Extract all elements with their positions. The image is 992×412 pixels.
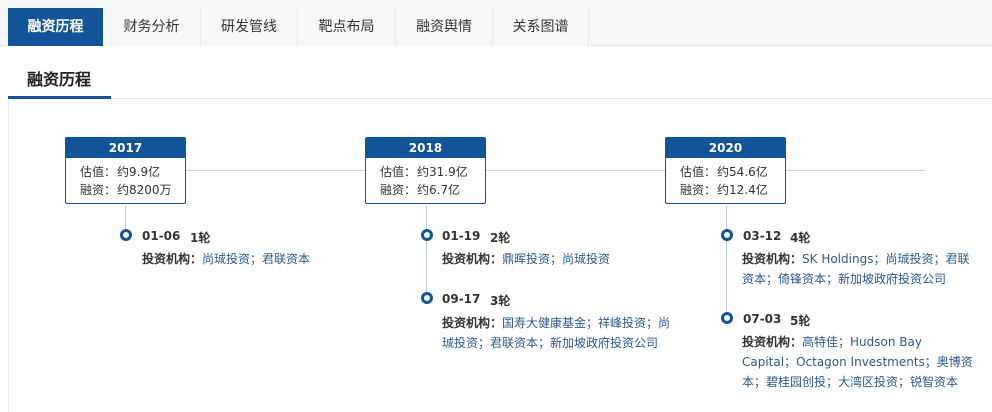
- investors-label: 投资机构：: [742, 335, 803, 349]
- tab-financing-history[interactable]: 融资历程: [8, 8, 103, 46]
- tab-financing-news[interactable]: 融资舆情: [396, 8, 493, 46]
- valuation-value: 约31.9亿: [417, 165, 468, 179]
- event-round: 5轮: [790, 314, 811, 328]
- timeline-dot-icon: [721, 312, 733, 324]
- investors-list[interactable]: 鼎晖投资；尚珹投资: [502, 252, 610, 266]
- investors-list-line2[interactable]: 珹投资；君联资本；新加坡政府投资公司: [442, 333, 682, 353]
- investors-list-line2[interactable]: 资本；倚锋资本；新加坡政府投资公司: [742, 269, 982, 289]
- investors-label: 投资机构：: [142, 252, 203, 266]
- event-date: 09-17: [442, 292, 481, 306]
- timeline-vertical-line-2018: [426, 206, 427, 298]
- event-date: 01-06: [142, 229, 181, 243]
- year-label: 2018: [366, 138, 485, 158]
- valuation-label: 估值：: [379, 165, 416, 179]
- investors-list-line1[interactable]: 高特佳；Hudson Bay: [802, 335, 922, 349]
- valuation-value: 约9.9亿: [117, 165, 161, 179]
- investors-label: 投资机构：: [442, 252, 503, 266]
- investors-list-line1[interactable]: SK Holdings；尚珹投资；君联: [802, 252, 969, 266]
- timeline-dot-icon: [421, 229, 433, 241]
- investors-list-line2[interactable]: Capital；Octagon Investments；奥博资: [742, 352, 982, 372]
- financing-value: 约8200万: [117, 183, 172, 197]
- tab-bar: 融资历程 财务分析 研发管线 靶点布局 融资舆情 关系图谱: [0, 0, 992, 46]
- event-date: 03-12: [743, 229, 782, 243]
- event-date: 07-03: [743, 312, 782, 326]
- investors-list[interactable]: 尚珹投资；君联资本: [202, 252, 310, 266]
- tab-financial-analysis[interactable]: 财务分析: [103, 8, 201, 46]
- financing-value: 约6.7亿: [417, 183, 461, 197]
- financing-label: 融资：: [379, 183, 416, 197]
- timeline-dot-icon: [120, 229, 132, 241]
- year-card-2020: 2020 估值： 约54.6亿 融资： 约12.4亿: [665, 137, 786, 204]
- event-investors: 投资机构：鼎晖投资；尚珹投资: [442, 249, 672, 269]
- timeline-dot-icon: [721, 229, 733, 241]
- event-round: 3轮: [490, 294, 511, 308]
- financing-label: 融资：: [679, 183, 716, 197]
- timeline-horizontal-line: [185, 170, 925, 171]
- investors-list-line3[interactable]: 本；碧桂园创投；大湾区投资；锐智资本: [742, 372, 982, 392]
- tab-target-layout[interactable]: 靶点布局: [298, 8, 396, 46]
- event-round: 1轮: [190, 231, 211, 245]
- event-investors: 投资机构：国寿大健康基金；祥峰投资；尚 珹投资；君联资本；新加坡政府投资公司: [442, 313, 682, 353]
- financing-label: 融资：: [79, 183, 116, 197]
- investors-list-line1[interactable]: 国寿大健康基金；祥峰投资；尚: [502, 316, 670, 330]
- section-title: 融资历程: [27, 70, 92, 89]
- event-investors: 投资机构：SK Holdings；尚珹投资；君联 资本；倚锋资本；新加坡政府投资…: [742, 249, 982, 289]
- financing-value: 约12.4亿: [717, 183, 768, 197]
- valuation-label: 估值：: [79, 165, 116, 179]
- tab-relationship-graph[interactable]: 关系图谱: [493, 8, 589, 46]
- event-date: 01-19: [442, 229, 481, 243]
- tab-rd-pipeline[interactable]: 研发管线: [201, 8, 298, 46]
- event-investors: 投资机构：高特佳；Hudson Bay Capital；Octagon Inve…: [742, 332, 982, 392]
- year-card-2017: 2017 估值： 约9.9亿 融资： 约8200万: [65, 137, 186, 204]
- investors-label: 投资机构：: [442, 316, 503, 330]
- valuation-label: 估值：: [679, 165, 716, 179]
- timeline-dot-icon: [421, 292, 433, 304]
- valuation-value: 约54.6亿: [717, 165, 768, 179]
- year-card-2018: 2018 估值： 约31.9亿 融资： 约6.7亿: [365, 137, 486, 204]
- timeline-vertical-line-2020: [726, 206, 727, 318]
- year-label: 2017: [66, 138, 185, 158]
- year-label: 2020: [666, 138, 785, 158]
- event-round: 2轮: [490, 231, 511, 245]
- event-round: 4轮: [790, 231, 811, 245]
- event-investors: 投资机构：尚珹投资；君联资本: [142, 249, 342, 269]
- investors-label: 投资机构：: [742, 252, 803, 266]
